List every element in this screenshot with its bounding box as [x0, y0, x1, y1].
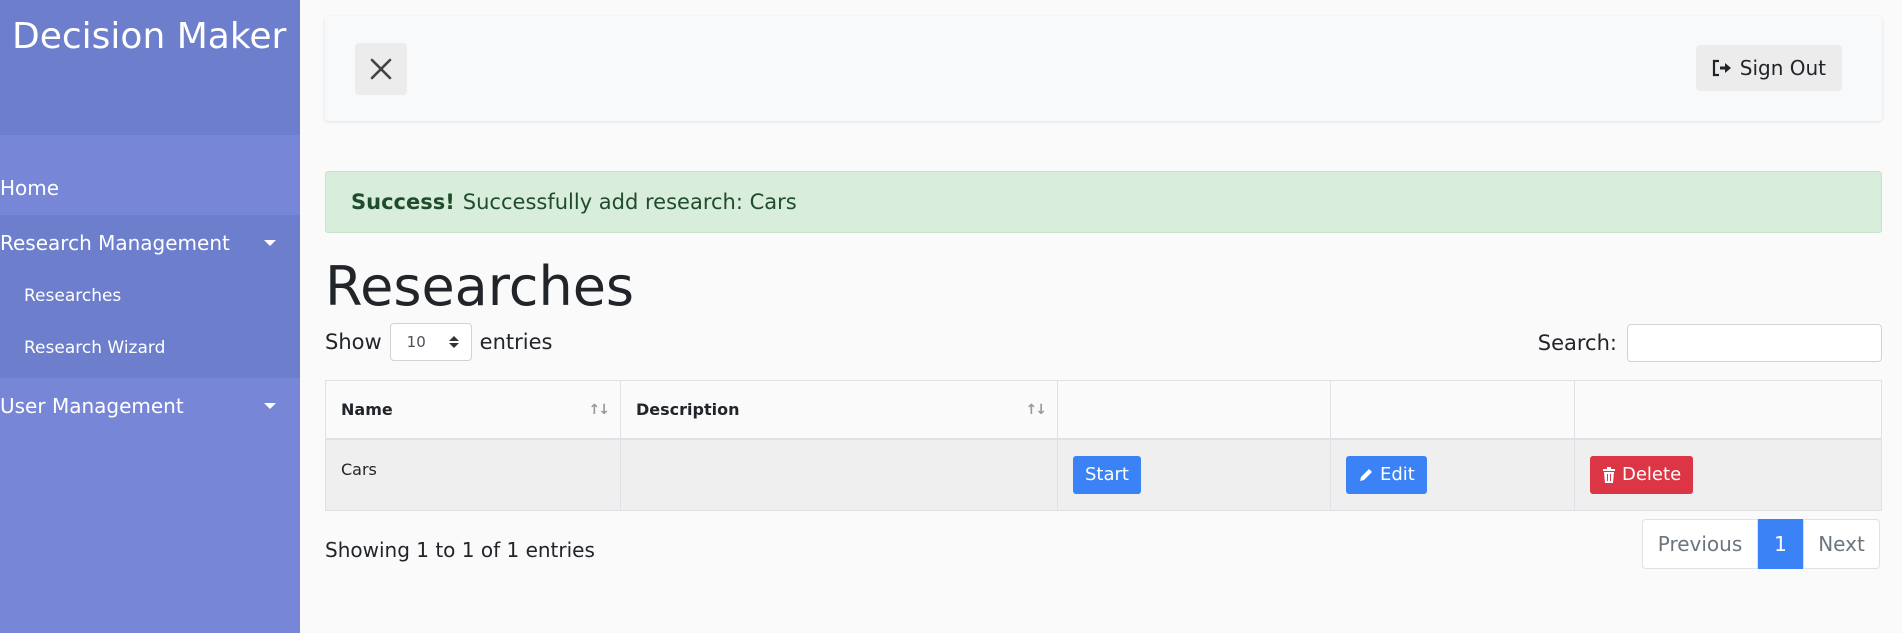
caret-down-icon — [264, 402, 276, 409]
brand-title: Decision Maker — [0, 0, 300, 135]
sidebar-subitem-research-wizard[interactable]: Research Wizard — [0, 322, 300, 374]
column-header-delete — [1574, 380, 1882, 440]
sidebar-item-user-management[interactable]: User Management — [0, 378, 300, 433]
alert-strong: Success! — [351, 190, 455, 214]
sidebar-subitem-label: Research Wizard — [24, 338, 166, 358]
sidebar-item-research-management[interactable]: Research Management — [0, 215, 300, 270]
column-header-edit — [1330, 380, 1575, 440]
sidebar-item-label: Home — [0, 175, 60, 200]
search-label: Search: — [1537, 331, 1617, 355]
sign-out-label: Sign Out — [1739, 56, 1826, 80]
main-content: Sign Out Success! Successfully add resea… — [300, 0, 1902, 633]
cell-start: Start — [1057, 438, 1331, 511]
show-label: Show — [325, 330, 382, 354]
sidebar: Decision Maker Home Research Management … — [0, 0, 300, 633]
delete-button[interactable]: Delete — [1590, 455, 1694, 494]
start-button[interactable]: Start — [1073, 455, 1141, 494]
cell-name: Cars — [325, 438, 621, 511]
sidebar-nav: Home Research Management Researches Rese… — [0, 160, 300, 433]
researches-table: Name ↑↓ Description ↑↓ Cars Start Edit D… — [325, 380, 1882, 511]
sidebar-subitem-researches[interactable]: Researches — [0, 270, 300, 322]
top-navbar: Sign Out — [325, 16, 1882, 121]
close-icon — [370, 58, 392, 80]
success-alert: Success! Successfully add research: Cars — [325, 171, 1882, 233]
sidebar-subitem-label: Researches — [24, 286, 122, 306]
sidebar-item-label: Research Management — [0, 230, 230, 255]
sort-icon: ↑↓ — [588, 402, 611, 418]
sidebar-item-label: User Management — [0, 393, 184, 418]
length-value: 10 — [406, 333, 426, 351]
sort-icon: ↑↓ — [1025, 402, 1048, 418]
sign-out-icon — [1712, 59, 1731, 77]
sidebar-item-home[interactable]: Home — [0, 160, 300, 215]
search-input[interactable] — [1627, 324, 1882, 362]
trash-icon — [1603, 466, 1615, 483]
caret-down-icon — [264, 239, 276, 246]
column-header-start — [1057, 380, 1331, 440]
length-control: Show 10 entries — [325, 323, 552, 361]
sign-out-button[interactable]: Sign Out — [1695, 45, 1842, 91]
entries-label: entries — [479, 330, 553, 354]
previous-page-button[interactable]: Previous — [1642, 519, 1758, 569]
cell-edit: Edit — [1330, 438, 1575, 511]
research-submenu: Researches Research Wizard — [0, 270, 300, 378]
next-page-button[interactable]: Next — [1803, 519, 1880, 569]
page-1-button[interactable]: 1 — [1758, 519, 1803, 569]
edit-button[interactable]: Edit — [1346, 455, 1427, 494]
pencil-icon — [1360, 468, 1372, 481]
page-title: Researches — [325, 255, 635, 318]
cell-description — [620, 438, 1058, 511]
table-info: Showing 1 to 1 of 1 entries — [325, 538, 595, 562]
pagination: Previous 1 Next — [1642, 519, 1880, 569]
cell-delete: Delete — [1574, 438, 1882, 511]
column-header-description[interactable]: Description ↑↓ — [620, 380, 1058, 440]
search-control: Search: — [1538, 324, 1882, 362]
column-header-name[interactable]: Name ↑↓ — [325, 380, 621, 440]
table-header-row: Name ↑↓ Description ↑↓ — [325, 380, 1882, 440]
select-arrows-icon — [448, 336, 459, 348]
alert-message: Successfully add research: Cars — [462, 190, 797, 214]
sidebar-toggle-button[interactable] — [355, 43, 407, 95]
entries-length-select[interactable]: 10 — [389, 323, 472, 361]
table-row: Cars Start Edit Delete — [325, 438, 1882, 511]
